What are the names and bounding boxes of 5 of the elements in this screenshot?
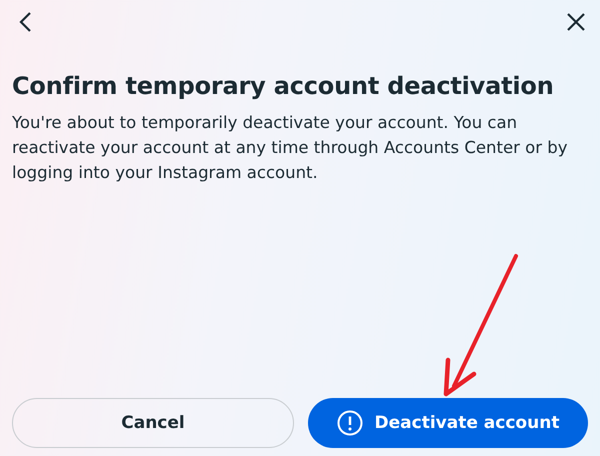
deactivate-button[interactable]: Deactivate account: [308, 398, 588, 448]
cancel-button[interactable]: Cancel: [12, 398, 294, 448]
alert-icon: [336, 410, 363, 436]
dialog-title: Confirm temporary account deactivation: [12, 72, 555, 100]
description: You're about to temporarily deactivate your account. You can reactivate your account at any time through Accounts Center or by logging into your Instagram account.: [12, 112, 568, 184]
